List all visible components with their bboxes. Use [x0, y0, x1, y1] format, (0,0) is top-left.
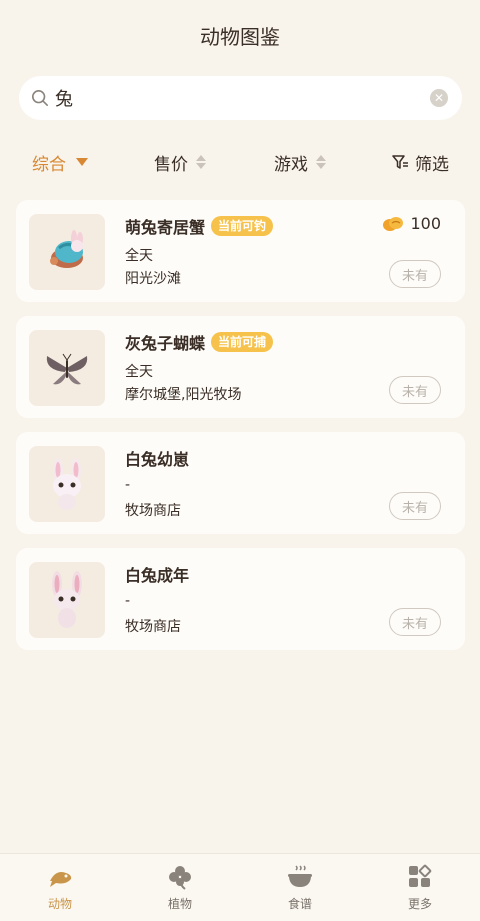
sort-label: 综合: [32, 154, 66, 175]
grid-icon: [409, 864, 432, 887]
fish-icon: [50, 872, 72, 887]
sort-bar: 综合 售价 游戏 筛选: [0, 140, 480, 184]
tab-label: 植物: [167, 897, 192, 911]
search-input[interactable]: 兔: [55, 85, 430, 111]
status-badge: 当前可钓: [211, 216, 274, 236]
name-row: 白兔成年: [125, 562, 189, 586]
ownership-button[interactable]: 未有: [389, 492, 441, 520]
tab-more[interactable]: 更多: [360, 854, 480, 921]
name-row: 白兔幼崽: [125, 446, 189, 470]
tab-animals[interactable]: 动物: [0, 854, 120, 921]
price: 100: [382, 214, 441, 233]
tab-label: 更多: [407, 897, 432, 911]
price-value: 100: [410, 214, 441, 233]
sort-comprehensive[interactable]: 综合: [0, 150, 120, 175]
tab-label: 食谱: [287, 897, 312, 911]
hermit-crab-icon: [50, 230, 83, 268]
location: 牧场商店: [125, 619, 181, 635]
active-time: 全天: [125, 364, 153, 380]
animal-image: [29, 562, 105, 638]
triangle-down-icon: [76, 158, 88, 166]
ownership-button[interactable]: 未有: [389, 608, 441, 636]
sort-arrows-icon: [196, 155, 206, 169]
sort-price[interactable]: 售价: [120, 150, 240, 175]
sort-game[interactable]: 游戏: [240, 150, 360, 175]
ownership-button[interactable]: 未有: [389, 260, 441, 288]
tab-label: 动物: [47, 897, 72, 911]
sort-label: 游戏: [274, 154, 308, 175]
animal-image: [29, 330, 105, 406]
filter-button[interactable]: 筛选: [360, 150, 480, 175]
location: 阳光沙滩: [125, 271, 181, 287]
active-time: -: [125, 593, 131, 609]
tab-recipes[interactable]: 食谱: [240, 854, 360, 921]
active-time: -: [125, 477, 131, 493]
list-item[interactable]: 白兔幼崽 - 牧场商店 未有: [16, 432, 465, 534]
status-badge: 当前可捕: [211, 332, 274, 352]
sort-label: 售价: [154, 154, 188, 175]
clover-icon: [169, 866, 191, 890]
clear-icon[interactable]: ✕: [430, 89, 448, 107]
animal-name: 白兔幼崽: [125, 450, 190, 469]
animal-name: 萌兔寄居蟹: [125, 218, 206, 237]
rabbit-icon: [53, 458, 81, 510]
rabbit-icon: [52, 571, 82, 628]
sort-label: 筛选: [415, 154, 449, 175]
header: 动物图鉴: [0, 0, 480, 70]
active-time: 全天: [125, 248, 153, 264]
ownership-button[interactable]: 未有: [389, 376, 441, 404]
bean-coin-icon: [383, 216, 404, 231]
page-title: 动物图鉴: [200, 24, 280, 49]
filter-icon: [392, 155, 408, 169]
location: 摩尔城堡,阳光牧场: [125, 387, 242, 403]
animal-image: [29, 214, 105, 290]
list-item[interactable]: 灰兔子蝴蝶 当前可捕 全天 摩尔城堡,阳光牧场 未有: [16, 316, 465, 418]
animal-name: 灰兔子蝴蝶: [125, 334, 206, 353]
butterfly-icon: [46, 353, 88, 385]
location: 牧场商店: [125, 503, 181, 519]
sort-arrows-icon: [316, 155, 326, 169]
animal-name: 白兔成年: [125, 566, 190, 585]
animal-image: [29, 446, 105, 522]
bottom-tab-bar: 动物 植物 食谱 更多: [0, 853, 480, 921]
list-item[interactable]: 萌兔寄居蟹 当前可钓 全天 阳光沙滩 100 未有: [16, 200, 465, 302]
name-row: 萌兔寄居蟹 当前可钓: [125, 214, 274, 238]
tab-plants[interactable]: 植物: [120, 854, 240, 921]
list-item[interactable]: 白兔成年 - 牧场商店 未有: [16, 548, 465, 650]
name-row: 灰兔子蝴蝶 当前可捕: [125, 330, 274, 354]
search-bar[interactable]: 兔 ✕: [19, 76, 462, 120]
search-icon: [31, 89, 49, 107]
bowl-icon: [288, 865, 312, 887]
